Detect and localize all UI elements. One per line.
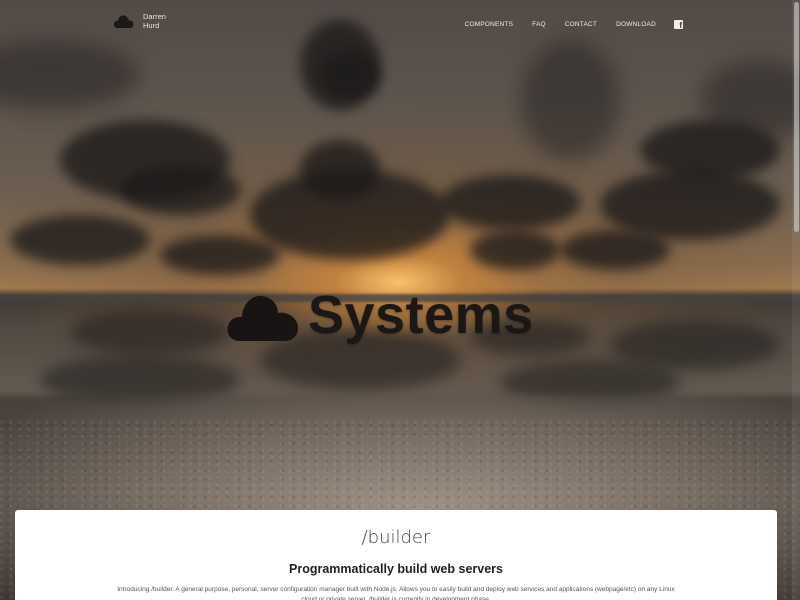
hero-logo: Systems [226, 285, 534, 345]
nav-components[interactable]: COMPONENTS [465, 21, 514, 28]
top-navbar: Darren Hurd COMPONENTS FAQ CONTACT DOWNL… [0, 0, 800, 50]
hero-logo-text: Systems [308, 285, 534, 345]
cloud-icon [226, 287, 300, 343]
page-scrollbar[interactable] [792, 0, 800, 600]
nav-contact[interactable]: CONTACT [565, 21, 597, 28]
content-card: /builder Programmatically build web serv… [15, 510, 777, 600]
cloud-icon [113, 13, 135, 29]
nav-download[interactable]: DOWNLOAD [616, 21, 656, 28]
scrollbar-thumb[interactable] [794, 2, 799, 232]
card-subtitle: Programmatically build web servers [289, 562, 503, 576]
brand-link[interactable]: Darren Hurd [113, 12, 166, 30]
card-title: /builder [361, 527, 431, 548]
brand-name: Darren Hurd [143, 12, 166, 30]
facebook-glyph: f [679, 21, 682, 30]
brand-name-line1: Darren [143, 12, 166, 21]
facebook-icon[interactable]: f [674, 20, 683, 30]
brand-name-line2: Hurd [143, 21, 160, 30]
nav-faq[interactable]: FAQ [532, 21, 546, 28]
nav-links: COMPONENTS FAQ CONTACT DOWNLOAD f [446, 20, 683, 30]
card-description: Introducing /builder. A general purpose,… [117, 586, 675, 600]
